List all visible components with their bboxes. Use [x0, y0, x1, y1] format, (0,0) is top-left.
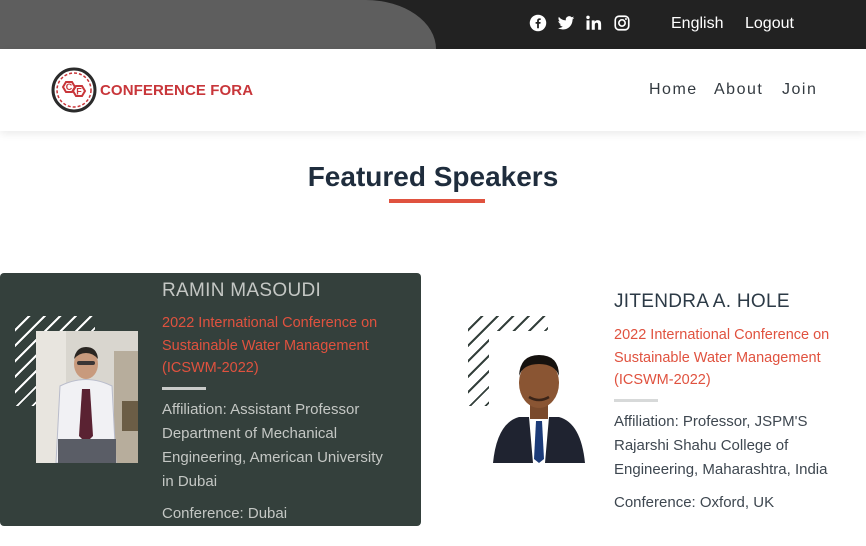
linkedin-icon[interactable] — [585, 14, 603, 32]
speaker-conference[interactable]: 2022 International Conference on Sustain… — [614, 324, 854, 392]
logout-link[interactable]: Logout — [745, 15, 794, 33]
svg-text:C: C — [66, 82, 73, 92]
speaker-photo[interactable] — [489, 331, 589, 463]
facebook-icon[interactable] — [529, 14, 547, 32]
twitter-icon[interactable] — [557, 14, 575, 32]
top-bar-tab — [0, 0, 436, 49]
nav-home[interactable]: Home — [649, 81, 698, 99]
nav-about[interactable]: About — [714, 81, 763, 99]
logo-text: CONFERENCE FORA — [100, 81, 254, 99]
speaker-conference-location: Conference: Oxford, UK — [614, 494, 775, 511]
site-logo[interactable]: C F CONFERENCE FORA — [48, 66, 253, 114]
speaker-conference[interactable]: 2022 International Conference on Sustain… — [162, 312, 402, 380]
speaker-name: RAMIN MASOUDI — [162, 280, 322, 301]
social-links — [529, 14, 631, 32]
instagram-icon[interactable] — [613, 14, 631, 32]
top-bar: English Logout — [0, 0, 866, 49]
nav-join[interactable]: Join — [782, 81, 817, 99]
speaker-affiliation: Affiliation: Assistant Professor Departm… — [162, 401, 383, 490]
speaker-affiliation: Affiliation: Professor, JSPM'S Rajarshi … — [614, 413, 828, 478]
speaker-name: JITENDRA A. HOLE — [614, 291, 790, 312]
speaker-conference-location: Conference: Dubai — [162, 505, 288, 522]
speaker-card[interactable]: JITENDRA A. HOLE 2022 International Conf… — [440, 273, 866, 526]
conference-fora-logo-icon: C F — [51, 67, 97, 113]
speaker-card[interactable]: RAMIN MASOUDI 2022 International Confere… — [0, 273, 421, 526]
svg-text:F: F — [76, 87, 82, 97]
site-header: C F CONFERENCE FORA Home About Join — [0, 49, 866, 131]
language-selector[interactable]: English — [671, 15, 723, 33]
section-title: Featured Speakers — [307, 161, 559, 192]
speaker-divider — [162, 387, 206, 390]
speaker-divider — [614, 399, 658, 402]
title-underline — [389, 199, 485, 203]
speaker-photo[interactable] — [36, 331, 138, 463]
